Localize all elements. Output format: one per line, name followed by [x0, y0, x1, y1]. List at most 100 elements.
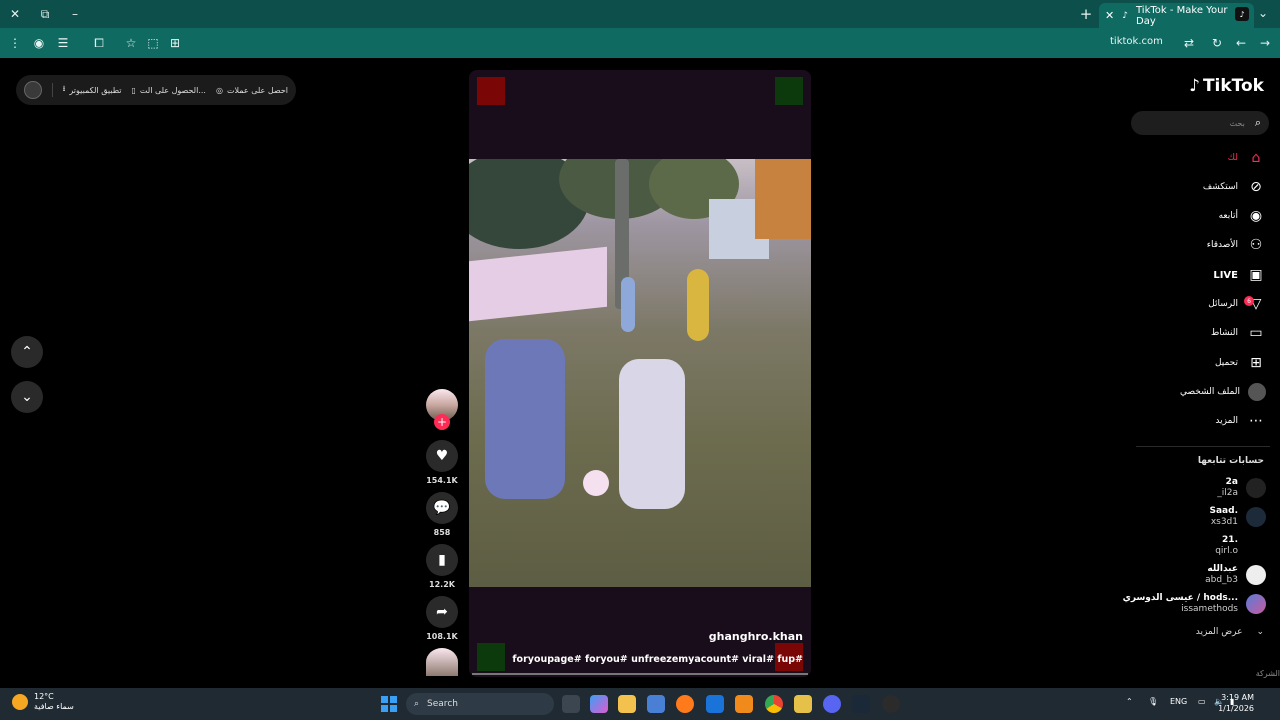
windows-start-icon[interactable] — [381, 696, 397, 712]
avatar[interactable] — [24, 81, 42, 99]
following-account[interactable]: عبدالله abd_b3 — [1205, 564, 1266, 586]
account-username: abd_b3 — [1205, 575, 1238, 585]
following-account[interactable]: Saad. xs3d1 — [1210, 506, 1266, 528]
tiktok-logo[interactable]: ♪ TikTok — [1189, 76, 1264, 96]
back-icon[interactable]: ← — [1232, 34, 1250, 52]
nav-activity[interactable]: النشاط ▭ — [1211, 322, 1266, 344]
nav-upload[interactable]: تحميل ⊞ — [1215, 352, 1266, 374]
next-video-button[interactable]: ⌄ — [11, 381, 43, 413]
nav-more[interactable]: المزيد ⋯ — [1215, 410, 1266, 432]
app-icon[interactable] — [794, 695, 812, 713]
share-action[interactable]: ➦ 108.1K — [426, 596, 458, 641]
steam-icon[interactable] — [852, 695, 870, 713]
reload-icon[interactable]: ↻ — [1208, 34, 1226, 52]
save-action[interactable]: ▮ 12.2K — [426, 544, 458, 589]
nav-label: أتابعه — [1218, 211, 1238, 221]
search-placeholder: بحث — [1229, 118, 1245, 128]
search-input[interactable]: بحث ⌕ — [1131, 111, 1269, 135]
nav-messages[interactable]: الرسائل ▽ — [1208, 293, 1266, 315]
nav-friends[interactable]: الأصدقاء ⚇ — [1207, 234, 1266, 256]
activity-icon: ▭ — [1249, 325, 1263, 341]
tiktok-favicon-icon: ♪ — [1122, 10, 1128, 21]
tiktok-tab-icon[interactable]: ♪ — [1235, 7, 1249, 21]
minimize-window-icon[interactable]: – — [60, 0, 90, 28]
extensions-icon[interactable]: ⧠ — [90, 34, 108, 52]
microphone-icon[interactable]: 🎙 — [1148, 697, 1158, 706]
get-app-label: الحصول على الت... — [139, 85, 206, 95]
taskbar-clock[interactable]: 3:19 AM 1/1/2026 — [1218, 692, 1254, 714]
account-username: issamethods — [1181, 604, 1238, 614]
nav-explore[interactable]: استكشف ⊘ — [1203, 176, 1266, 198]
reading-list-icon[interactable]: ☰ — [54, 34, 72, 52]
child-figure — [687, 269, 709, 341]
chrome-icon[interactable] — [765, 695, 783, 713]
firefox-icon[interactable] — [676, 695, 694, 713]
nav-for-you[interactable]: لك ⌂ — [1228, 147, 1266, 169]
search-icon[interactable]: ⌕ — [1255, 116, 1261, 130]
search-icon: ⌕ — [414, 699, 420, 709]
like-action[interactable]: ♥ 154.1K — [426, 440, 458, 485]
app-icon[interactable] — [882, 695, 900, 713]
copilot-icon[interactable] — [590, 695, 608, 713]
share-count: 108.1K — [426, 632, 458, 641]
tab-list-chevron-icon[interactable]: ⌄ — [1258, 6, 1268, 20]
follow-plus-icon[interactable]: + — [434, 414, 450, 430]
get-coins-link[interactable]: ◎ احصل على عملات — [216, 86, 288, 95]
new-tab-icon[interactable]: + — [1077, 5, 1095, 23]
desktop-app-link[interactable]: ⭳ تطبيق الكمبيوتر — [63, 83, 122, 97]
get-app-link[interactable]: ▯ الحصول على الت... — [132, 86, 206, 95]
previous-video-button[interactable]: ⌃ — [11, 336, 43, 368]
video-corner-mark — [477, 643, 505, 671]
divider — [51, 83, 53, 97]
profile-icon[interactable]: ◉ — [30, 34, 48, 52]
network-icon[interactable]: ▭ — [1198, 697, 1206, 706]
install-app-icon[interactable]: ⊞ — [166, 34, 184, 52]
see-more-link[interactable]: عرض المزيد ⌄ — [1196, 627, 1264, 637]
following-account[interactable]: عيسى الدوسري / hods... issamethods — [1123, 593, 1266, 615]
forward-icon[interactable]: → — [1256, 34, 1274, 52]
outlook-icon[interactable] — [706, 695, 724, 713]
following-account[interactable]: 21. qirl.o — [1215, 535, 1266, 557]
bookmark-star-icon[interactable]: ☆ — [122, 34, 140, 52]
language-indicator[interactable]: ENG — [1170, 697, 1187, 706]
avatar — [1246, 507, 1266, 527]
upload-icon: ⊞ — [1250, 355, 1262, 371]
task-view-icon[interactable] — [562, 695, 580, 713]
weather-widget[interactable]: 12°C سماء صافية — [12, 692, 74, 712]
video-progress-bar[interactable] — [472, 673, 808, 675]
heart-icon[interactable]: ♥ — [426, 440, 458, 472]
video-username[interactable]: ghanghro.khan — [709, 630, 803, 643]
taskbar-search[interactable]: ⌕ Search — [406, 693, 554, 715]
close-window-icon[interactable]: ✕ — [0, 0, 30, 28]
bookmark-icon[interactable]: ▮ — [426, 544, 458, 576]
company-link[interactable]: الشركة — [1256, 669, 1280, 678]
sound-avatar[interactable] — [426, 648, 458, 676]
menu-dots-icon[interactable]: ⋮ — [6, 34, 24, 52]
video-caption: foryoupage# foryou# unfreezemyacount# vi… — [512, 654, 803, 665]
nav-following[interactable]: أتابعه ◉ — [1219, 205, 1266, 227]
file-explorer-icon[interactable] — [618, 695, 636, 713]
following-accounts-title: حسابات تتابعها — [1197, 456, 1264, 466]
store-icon[interactable] — [647, 695, 665, 713]
clock-time: 3:19 AM — [1221, 693, 1254, 702]
close-tab-icon[interactable]: ✕ — [1105, 9, 1114, 22]
video-corner-mark — [477, 77, 505, 105]
browser-tab[interactable]: ✕ ♪ TikTok - Make Your Day — [1099, 3, 1254, 28]
account-name: عبدالله — [1207, 564, 1238, 574]
address-bar[interactable]: tiktok.com — [1110, 36, 1163, 47]
video-player[interactable]: ghanghro.khan foryoupage# foryou# unfree… — [469, 70, 811, 677]
nav-live[interactable]: LIVE ▣ — [1213, 264, 1266, 286]
screenshot-icon[interactable]: ⬚ — [144, 34, 162, 52]
comment-icon[interactable]: 💬 — [426, 492, 458, 524]
share-icon[interactable]: ➦ — [426, 596, 458, 628]
comment-count: 858 — [433, 528, 451, 537]
wall — [469, 246, 607, 322]
restore-window-icon[interactable]: ⧉ — [30, 0, 60, 28]
vlc-icon[interactable] — [735, 695, 753, 713]
following-account[interactable]: 2a _il2a — [1217, 477, 1266, 499]
comment-action[interactable]: 💬 858 — [426, 492, 458, 537]
tray-chevron-icon[interactable]: ⌃ — [1126, 697, 1133, 706]
nav-profile[interactable]: الملف الشخصي — [1180, 381, 1266, 403]
site-settings-icon[interactable]: ⇄ — [1180, 34, 1198, 52]
discord-icon[interactable] — [823, 695, 841, 713]
